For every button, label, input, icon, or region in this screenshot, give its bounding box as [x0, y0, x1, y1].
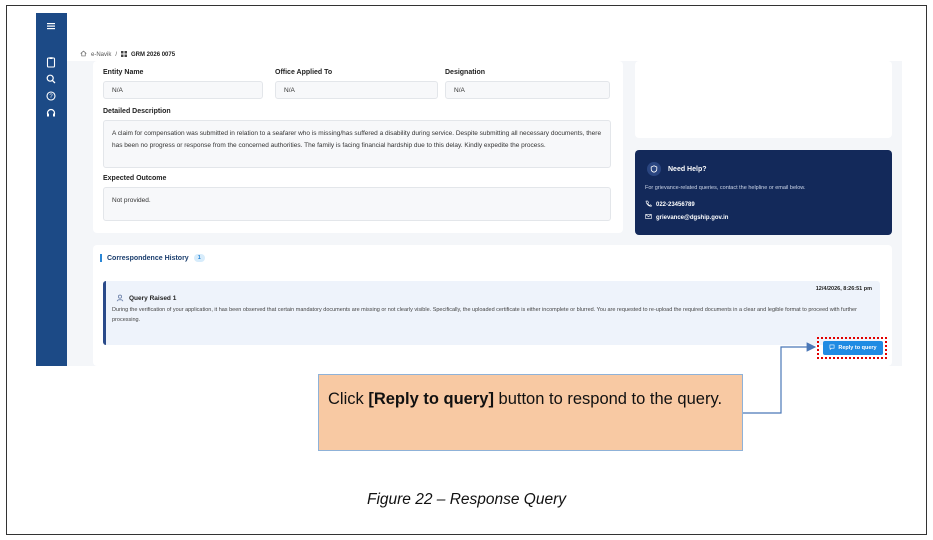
callout-prefix: Click — [328, 390, 369, 408]
breadcrumb-separator: / — [115, 51, 118, 58]
correspondence-title-text: Correspondence History — [107, 254, 189, 262]
query-title: Query Raised 1 — [129, 294, 177, 302]
outcome-text: Not provided. — [103, 187, 611, 221]
info-card — [635, 61, 892, 138]
help-email[interactable]: grievance@dgship.gov.in — [656, 215, 728, 221]
mail-icon — [645, 213, 652, 222]
outcome-label: Expected Outcome — [103, 175, 167, 182]
help-title: Need Help? — [668, 165, 707, 173]
correspondence-count-badge: 1 — [193, 254, 205, 262]
clipboard-icon[interactable] — [44, 55, 58, 69]
description-label: Detailed Description — [103, 108, 171, 115]
menu-icon[interactable] — [44, 19, 58, 33]
grid-icon — [121, 50, 128, 59]
description-text: A claim for compensation was submitted i… — [103, 120, 611, 168]
button-highlight — [817, 337, 887, 359]
breadcrumb-home[interactable]: e-Navik — [91, 52, 111, 58]
search-icon[interactable] — [44, 72, 58, 86]
phone-icon — [645, 200, 652, 209]
query-card: Query Raised 1 12/4/2026, 8:26:51 pm Dur… — [103, 281, 880, 345]
entity-name-label: Entity Name — [103, 69, 144, 76]
callout-suffix: button to respond to the query. — [493, 390, 723, 408]
breadcrumb: e-Navik / GRM 2026 0075 — [80, 50, 175, 59]
office-applied-field: N/A — [275, 81, 438, 99]
top-bar — [67, 13, 902, 61]
home-icon[interactable] — [80, 50, 87, 59]
help-icon[interactable]: ? — [44, 89, 58, 103]
app-window: ? e-Navik / GRM 2026 0075 Entity Name N/… — [36, 13, 902, 366]
instruction-callout: Click [Reply to query] button to respond… — [318, 374, 743, 451]
designation-label: Designation — [445, 69, 486, 76]
sidebar: ? — [36, 13, 67, 366]
shield-icon — [647, 162, 661, 176]
help-phone[interactable]: 022-23456789 — [656, 202, 695, 208]
office-applied-label: Office Applied To — [275, 69, 333, 76]
breadcrumb-current: GRM 2026 0075 — [131, 51, 176, 58]
callout-bold: [Reply to query] — [368, 390, 494, 408]
help-text: For grievance-related queries, contact t… — [645, 185, 806, 191]
details-card: Entity Name N/A Office Applied To N/A De… — [93, 61, 623, 233]
query-date: 12/4/2026, 8:26:51 pm — [815, 286, 872, 292]
help-card: Need Help? For grievance-related queries… — [635, 150, 892, 235]
headset-icon[interactable] — [44, 106, 58, 120]
figure-caption: Figure 22 – Response Query — [366, 491, 567, 508]
query-text: During the verification of your applicat… — [112, 307, 857, 323]
entity-name-field: N/A — [103, 81, 263, 99]
designation-field: N/A — [445, 81, 610, 99]
correspondence-title: Correspondence History 1 — [100, 254, 205, 262]
